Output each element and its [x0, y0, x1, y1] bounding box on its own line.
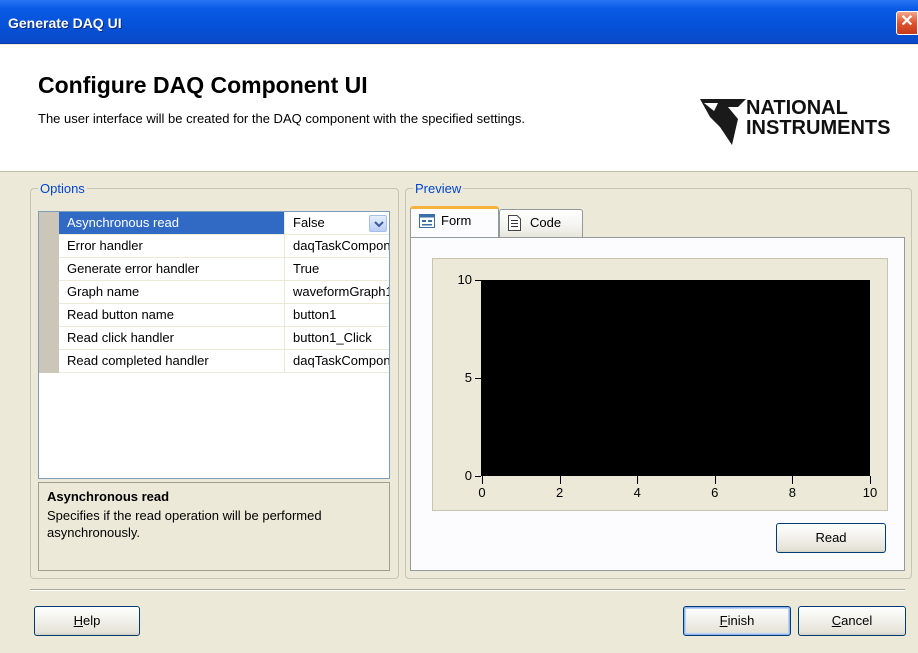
property-value[interactable]: button1 [285, 304, 389, 327]
x-tick-label: 0 [478, 485, 486, 500]
property-row[interactable]: Asynchronous read False [39, 212, 389, 235]
y-tick-mark [475, 280, 481, 281]
options-group-label: Options [38, 181, 87, 196]
property-description-title: Asynchronous read [47, 489, 170, 504]
tab-form[interactable]: Form [410, 206, 499, 237]
property-value[interactable]: daqTaskComponen [285, 350, 389, 373]
y-tick-mark [475, 476, 481, 477]
read-button-label: Read [815, 530, 847, 545]
row-gutter [39, 212, 59, 235]
logo-line-instruments: INSTRUMENTS [746, 117, 891, 139]
generate-daq-ui-dialog: Generate DAQ UI ✕ Configure DAQ Componen… [0, 0, 918, 653]
row-gutter [39, 304, 59, 327]
wizard-header: Configure DAQ Component UI The user inte… [0, 45, 918, 172]
property-value-text: False [293, 215, 325, 230]
x-tick-label: 8 [788, 485, 796, 500]
row-gutter [39, 258, 59, 281]
row-gutter [39, 350, 59, 373]
property-row[interactable]: Generate error handler True [39, 258, 389, 281]
property-name[interactable]: Read completed handler [59, 350, 285, 373]
chevron-down-icon [374, 221, 384, 228]
property-name[interactable]: Graph name [59, 281, 285, 304]
property-name[interactable]: Generate error handler [59, 258, 285, 281]
property-description-text: Specifies if the read operation will be … [47, 508, 322, 540]
graph-plot-area [482, 280, 870, 476]
property-value[interactable]: daqTaskComponen [285, 235, 389, 258]
x-tick-mark [637, 476, 639, 484]
property-name[interactable]: Asynchronous read [59, 212, 285, 235]
x-tick-label: 6 [711, 485, 719, 500]
x-tick-mark [792, 476, 794, 484]
property-row[interactable]: Read button name button1 [39, 304, 389, 327]
close-icon: ✕ [900, 13, 914, 30]
close-button[interactable]: ✕ [896, 11, 918, 35]
tab-code[interactable]: Code [499, 209, 583, 237]
window-title: Generate DAQ UI [8, 15, 122, 31]
y-tick-label: 5 [464, 370, 472, 385]
finish-button[interactable]: Finish [683, 606, 791, 636]
finish-label-rest: inish [727, 613, 755, 628]
y-tick-label: 0 [464, 468, 472, 483]
row-gutter [39, 281, 59, 304]
property-grid[interactable]: Asynchronous read False Error handler da… [38, 211, 390, 479]
tab-code-label: Code [530, 215, 562, 230]
y-tick-mark [475, 378, 481, 379]
cancel-label-rest: ancel [841, 613, 873, 628]
y-tick-label: 10 [457, 272, 472, 287]
finish-mnemonic: F [719, 613, 728, 628]
read-button[interactable]: Read [776, 523, 886, 553]
x-tick-mark [559, 476, 561, 484]
y-axis-line [481, 280, 482, 476]
property-name[interactable]: Error handler [59, 235, 285, 258]
x-tick-mark [482, 476, 483, 484]
row-gutter [39, 327, 59, 350]
property-description-panel: Asynchronous read Specifies if the read … [38, 482, 390, 571]
preview-group-label: Preview [413, 181, 464, 196]
help-label-rest: elp [83, 613, 101, 628]
property-name[interactable]: Read button name [59, 304, 285, 327]
form-icon [419, 214, 435, 228]
ni-eagle-logo-icon [700, 99, 746, 145]
property-value[interactable]: True [285, 258, 389, 281]
logo-line-national: NATIONAL [746, 97, 848, 119]
page-description: The user interface will be created for t… [38, 111, 526, 126]
x-tick-label: 2 [555, 485, 564, 500]
help-button[interactable]: Help [34, 606, 140, 636]
property-row[interactable]: Read click handler button1_Click [39, 327, 389, 350]
property-row[interactable]: Error handler daqTaskComponen [39, 235, 389, 258]
code-file-icon [508, 215, 521, 231]
cancel-mnemonic: C [831, 613, 842, 628]
x-tick-mark [870, 476, 871, 484]
footer-separator [30, 589, 905, 591]
logo-text: NATIONAL INSTRUMENTS [746, 98, 890, 138]
x-tick-label: 10 [862, 485, 878, 500]
property-value[interactable]: waveformGraph1 [285, 281, 389, 304]
property-value[interactable]: False [285, 212, 389, 235]
value-dropdown-button[interactable] [369, 215, 387, 232]
x-tick-mark [714, 476, 716, 484]
property-name[interactable]: Read click handler [59, 327, 285, 350]
title-bar[interactable]: Generate DAQ UI ✕ [0, 0, 918, 44]
property-row[interactable]: Graph name waveformGraph1 [39, 281, 389, 304]
tab-form-label: Form [441, 213, 472, 228]
help-mnemonic: H [73, 613, 84, 628]
property-row[interactable]: Read completed handler daqTaskComponen [39, 350, 389, 373]
cancel-button[interactable]: Cancel [798, 606, 906, 636]
property-value[interactable]: button1_Click [285, 327, 389, 350]
page-title: Configure DAQ Component UI [38, 72, 368, 98]
row-gutter [39, 235, 59, 258]
x-tick-label: 4 [633, 485, 641, 500]
ni-logo: NATIONAL INSTRUMENTS [698, 97, 918, 149]
